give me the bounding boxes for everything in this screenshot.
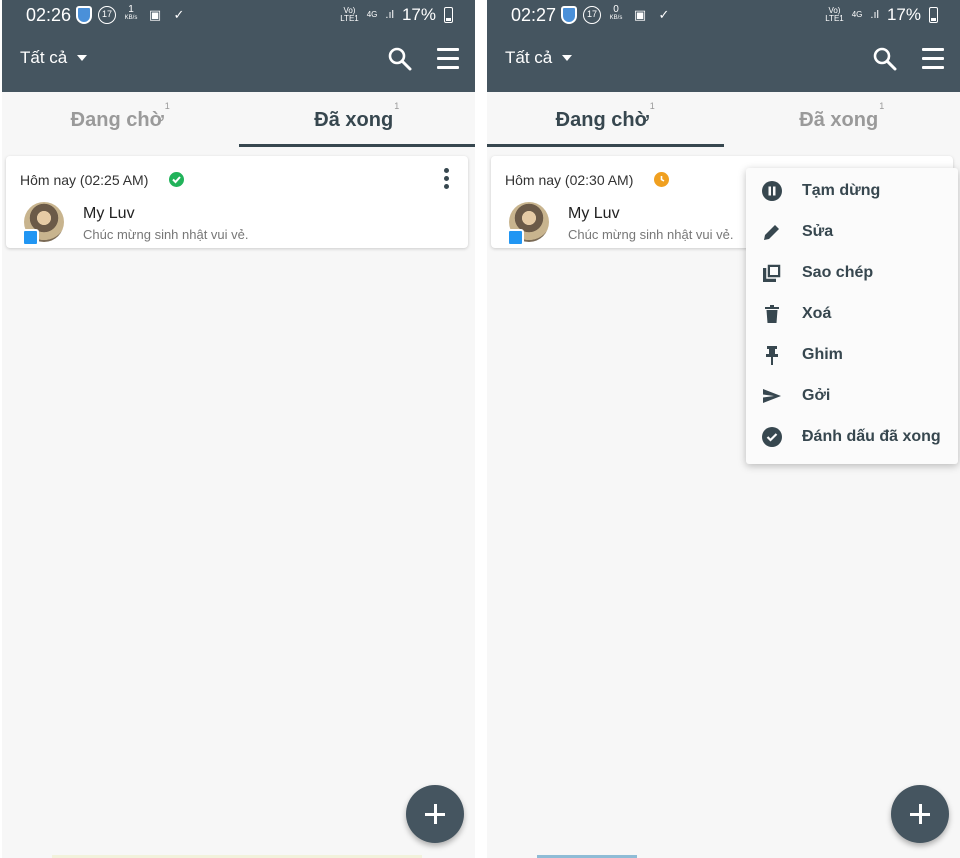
- pencil-icon: [764, 225, 779, 240]
- battery-percent: 17%: [886, 5, 921, 24]
- phone-screen-left: 02:26 17 1 KB/s ▣ ✓ Vo) LTE1 4G .ıl 17% Tấ…: [2, 0, 475, 858]
- trash-icon: [765, 305, 779, 323]
- pause-icon: [762, 181, 782, 201]
- hamburger-menu-icon[interactable]: [922, 48, 944, 70]
- checkmark-icon: ✓: [658, 7, 670, 22]
- tab-count: 1: [394, 101, 400, 111]
- copy-icon: [763, 263, 782, 282]
- battery-icon: [444, 7, 453, 23]
- menu-item-send[interactable]: Gởi: [746, 376, 958, 417]
- message-app-icon: [22, 229, 39, 246]
- message-preview: Chúc mừng sinh nhật vui vẻ.: [83, 227, 249, 242]
- status-bar: 02:27 17 0 KB/s ▣ ✓ Vo) LTE1 4G .ıl 17%: [487, 0, 960, 32]
- send-icon: [763, 389, 781, 403]
- filter-label: Tất cả: [505, 48, 553, 67]
- scheduled-time: Hôm nay (02:30 AM): [505, 172, 634, 188]
- tab-count: 1: [164, 101, 170, 111]
- menu-item-edit[interactable]: Sửa: [746, 212, 958, 253]
- signal-icon: .ıl: [385, 9, 394, 21]
- network-type: 4G: [851, 10, 863, 19]
- scheduled-time: Hôm nay (02:25 AM): [20, 172, 149, 188]
- message-app-icon: [507, 229, 524, 246]
- filter-dropdown[interactable]: Tất cả: [20, 48, 88, 68]
- tab-bar: Đang chờ1 Đã xong1: [2, 92, 475, 148]
- check-circle-icon: [762, 427, 782, 447]
- more-options-icon[interactable]: [444, 168, 450, 192]
- context-menu: Tạm dừng Sửa Sao chép Xoá Ghim Gởi Đánh …: [746, 168, 958, 464]
- avatar: [507, 202, 549, 246]
- image-icon: ▣: [148, 7, 162, 22]
- add-button[interactable]: [891, 785, 949, 843]
- notification-count-icon: 17: [98, 6, 116, 24]
- checkmark-icon: ✓: [173, 7, 185, 22]
- clock-status-icon: [654, 172, 669, 187]
- chevron-down-icon: [77, 55, 88, 61]
- status-bar: 02:26 17 1 KB/s ▣ ✓ Vo) LTE1 4G .ıl 17%: [2, 0, 475, 32]
- tab-count: 1: [649, 101, 655, 111]
- tab-bar: Đang chờ1 Đã xong1: [487, 92, 960, 148]
- recipient-name: My Luv: [568, 205, 620, 222]
- tab-pending[interactable]: Đang chờ1: [2, 92, 239, 148]
- tab-pending[interactable]: Đang chờ1: [487, 92, 724, 148]
- shield-icon: [76, 6, 92, 24]
- tab-count: 1: [879, 101, 885, 111]
- menu-item-copy[interactable]: Sao chép: [746, 253, 958, 294]
- message-preview: Chúc mừng sinh nhật vui vẻ.: [568, 227, 734, 242]
- network-speed: 1 KB/s: [124, 4, 138, 22]
- avatar: [22, 202, 64, 246]
- app-bar: 02:27 17 0 KB/s ▣ ✓ Vo) LTE1 4G .ıl 17% Tấ…: [487, 0, 960, 92]
- done-status-icon: [169, 172, 184, 187]
- search-icon[interactable]: [872, 46, 898, 72]
- menu-item-mark-done[interactable]: Đánh dấu đã xong: [746, 417, 958, 458]
- search-icon[interactable]: [387, 46, 413, 72]
- battery-icon: [929, 7, 938, 23]
- signal-icon: .ıl: [870, 9, 879, 21]
- message-card[interactable]: Hôm nay (02:25 AM) My Luv Chúc mừng sinh…: [6, 156, 468, 248]
- shield-icon: [561, 6, 577, 24]
- hamburger-menu-icon[interactable]: [437, 48, 459, 70]
- filter-label: Tất cả: [20, 48, 68, 67]
- pin-icon: [766, 346, 778, 365]
- status-time: 02:26: [26, 5, 72, 25]
- menu-item-pin[interactable]: Ghim: [746, 335, 958, 376]
- add-button[interactable]: [406, 785, 464, 843]
- volte-indicator: Vo) LTE1: [340, 6, 359, 23]
- network-type: 4G: [366, 10, 378, 19]
- active-tab-indicator: [238, 144, 475, 147]
- menu-item-delete[interactable]: Xoá: [746, 294, 958, 335]
- status-time: 02:27: [511, 5, 557, 25]
- image-icon: ▣: [633, 7, 647, 22]
- network-speed: 0 KB/s: [609, 4, 623, 22]
- active-tab-indicator: [487, 144, 724, 147]
- chevron-down-icon: [562, 55, 573, 61]
- tab-done[interactable]: Đã xong1: [724, 92, 960, 148]
- recipient-name: My Luv: [83, 205, 135, 222]
- app-bar: 02:26 17 1 KB/s ▣ ✓ Vo) LTE1 4G .ıl 17% Tấ…: [2, 0, 475, 92]
- menu-item-pause[interactable]: Tạm dừng: [746, 171, 958, 212]
- battery-percent: 17%: [401, 5, 436, 24]
- volte-indicator: Vo) LTE1: [825, 6, 844, 23]
- tab-done[interactable]: Đã xong1: [239, 92, 476, 148]
- notification-count-icon: 17: [583, 6, 601, 24]
- filter-dropdown[interactable]: Tất cả: [505, 48, 573, 68]
